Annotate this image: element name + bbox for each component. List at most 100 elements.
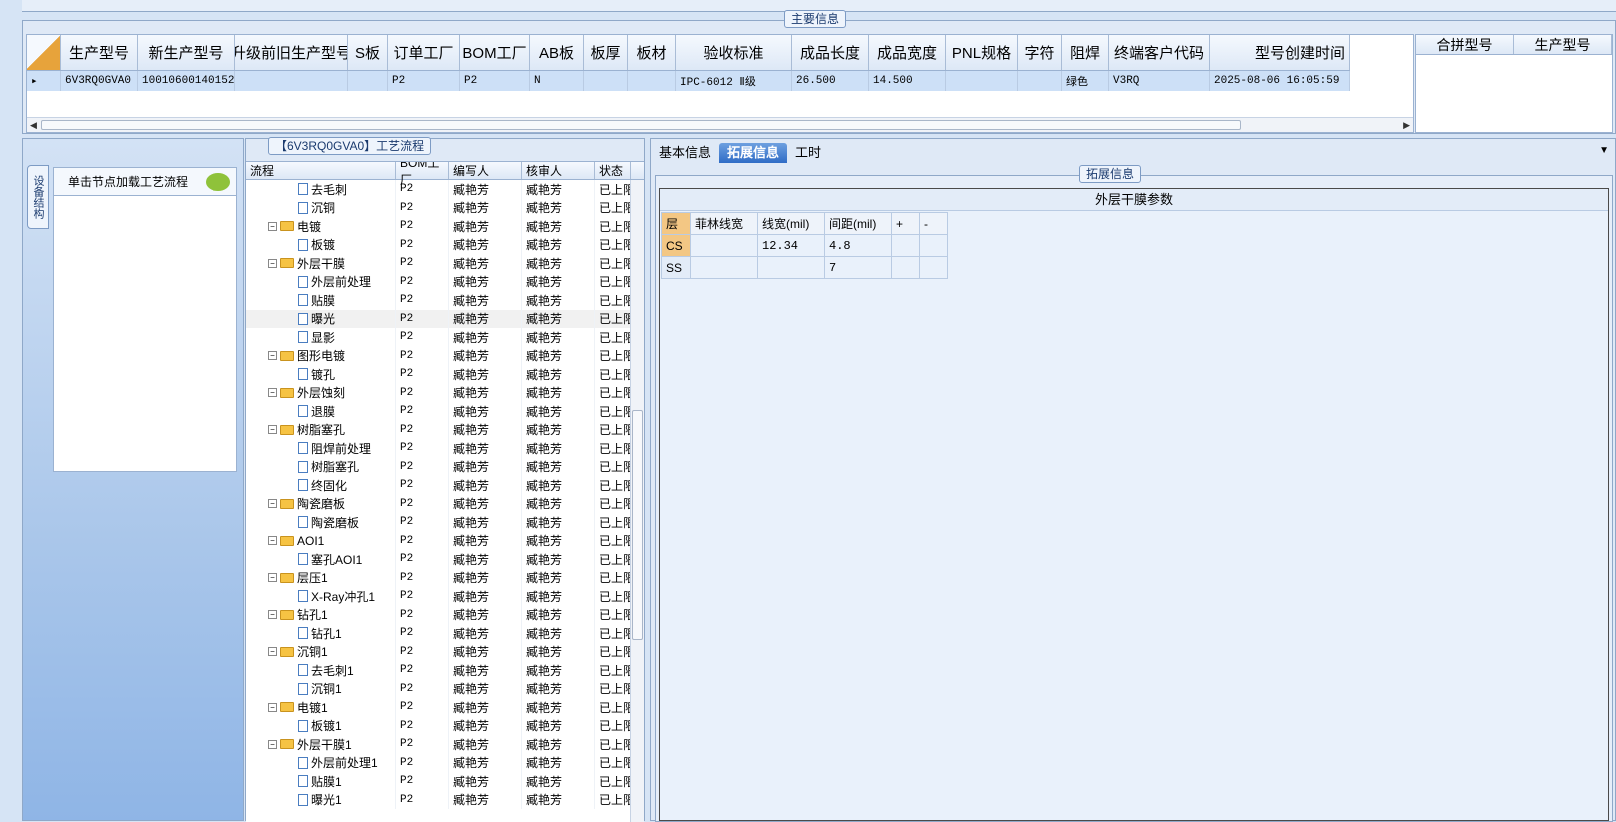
table-cell[interactable]: 绿色	[1062, 71, 1109, 91]
collapse-icon[interactable]: −	[268, 573, 277, 583]
param-cell[interactable]: CS	[661, 234, 691, 257]
tree-node[interactable]: 外层前处理1	[246, 753, 396, 772]
flow-column-header[interactable]: 状态	[595, 162, 631, 179]
tree-row[interactable]: 曝光1P2臧艳芳臧艳芳已上限	[246, 790, 644, 809]
tree-node[interactable]: − 沉铜1	[246, 642, 396, 661]
table-cell[interactable]: IPC-6012 Ⅱ级	[676, 71, 792, 91]
table-cell[interactable]: 26.500	[792, 71, 869, 91]
tree-row[interactable]: 钻孔1P2臧艳芳臧艳芳已上限	[246, 624, 644, 643]
tree-row[interactable]: 树脂塞孔P2臧艳芳臧艳芳已上限	[246, 457, 644, 476]
vertical-scrollbar[interactable]	[630, 180, 644, 822]
param-cell[interactable]: SS	[661, 256, 691, 279]
table-cell[interactable]: V3RQ	[1109, 71, 1210, 91]
table-cell[interactable]	[584, 71, 628, 91]
table-cell[interactable]	[1018, 71, 1062, 91]
param-cell[interactable]	[919, 234, 948, 257]
tree-row[interactable]: −陶瓷磨板P2臧艳芳臧艳芳已上限	[246, 494, 644, 513]
tree-row[interactable]: 板镀P2臧艳芳臧艳芳已上限	[246, 235, 644, 254]
column-header[interactable]: 板厚	[584, 35, 628, 70]
tab-2[interactable]: 工时	[787, 143, 829, 163]
tree-row[interactable]: −图形电镀P2臧艳芳臧艳芳已上限	[246, 346, 644, 365]
column-header[interactable]: 型号创建时间	[1210, 35, 1350, 70]
tree-node[interactable]: 曝光	[246, 309, 396, 328]
tree-node[interactable]: 显影	[246, 328, 396, 347]
scroll-right-icon[interactable]: ▶	[1403, 120, 1410, 131]
tree-row[interactable]: 陶瓷磨板P2臧艳芳臧艳芳已上限	[246, 513, 644, 532]
param-cell[interactable]	[919, 256, 948, 279]
scroll-thumb[interactable]	[632, 410, 643, 640]
table-cell[interactable]: 14.500	[869, 71, 946, 91]
table-cell[interactable]	[348, 71, 388, 91]
tree-node[interactable]: − 树脂塞孔	[246, 420, 396, 439]
param-cell[interactable]: 7	[824, 256, 892, 279]
tree-node[interactable]: 退膜	[246, 402, 396, 421]
tree-node[interactable]: 钻孔1	[246, 624, 396, 643]
chevron-down-icon[interactable]: ▼	[1599, 145, 1609, 156]
column-header[interactable]: 阻焊	[1062, 35, 1109, 70]
tree-node[interactable]: X-Ray冲孔1	[246, 587, 396, 606]
tree-node[interactable]: 板镀	[246, 235, 396, 254]
column-header[interactable]: 成品宽度	[869, 35, 946, 70]
merge-column-header[interactable]: 合拼型号	[1416, 35, 1514, 54]
column-header[interactable]: 字符	[1018, 35, 1062, 70]
tree-node[interactable]: − 层压1	[246, 568, 396, 587]
tree-row[interactable]: 沉铜P2臧艳芳臧艳芳已上限	[246, 198, 644, 217]
column-header[interactable]: 生产型号	[61, 35, 138, 70]
collapse-icon[interactable]: −	[268, 351, 277, 361]
column-header[interactable]: 新生产型号	[138, 35, 235, 70]
table-cell[interactable]: 10010600140152	[138, 71, 235, 91]
horizontal-scrollbar[interactable]: ◀ ▶	[27, 117, 1413, 132]
tree-row[interactable]: 曝光P2臧艳芳臧艳芳已上限	[246, 309, 644, 328]
collapse-icon[interactable]: −	[268, 499, 277, 509]
table-cell[interactable]: P2	[388, 71, 460, 91]
param-cell[interactable]	[891, 256, 920, 279]
tree-row[interactable]: −树脂塞孔P2臧艳芳臧艳芳已上限	[246, 420, 644, 439]
tree-row[interactable]: 塞孔AOI1P2臧艳芳臧艳芳已上限	[246, 550, 644, 569]
param-cell[interactable]	[891, 234, 920, 257]
param-column-header[interactable]: 菲林线宽	[690, 212, 758, 235]
tree-node[interactable]: 板镀1	[246, 716, 396, 735]
tree-node[interactable]: 外层前处理	[246, 272, 396, 291]
param-cell[interactable]	[757, 256, 825, 279]
tree-node[interactable]: − AOI1	[246, 531, 396, 550]
tree-node[interactable]: − 外层干膜1	[246, 735, 396, 754]
tree-row[interactable]: 退膜P2臧艳芳臧艳芳已上限	[246, 402, 644, 421]
tree-node[interactable]: − 陶瓷磨板	[246, 494, 396, 513]
row-selector-icon[interactable]: ▸	[27, 71, 61, 91]
tree-node[interactable]: − 钻孔1	[246, 605, 396, 624]
tree-node[interactable]: − 外层干膜	[246, 254, 396, 273]
param-column-header[interactable]: 线宽(mil)	[757, 212, 825, 235]
tree-row[interactable]: 去毛刺1P2臧艳芳臧艳芳已上限	[246, 661, 644, 680]
table-cell[interactable]	[628, 71, 676, 91]
tree-row[interactable]: 板镀1P2臧艳芳臧艳芳已上限	[246, 716, 644, 735]
collapse-icon[interactable]: −	[268, 647, 277, 657]
collapse-icon[interactable]: −	[268, 258, 277, 268]
tree-node[interactable]: 树脂塞孔	[246, 457, 396, 476]
column-header[interactable]: 订单工厂	[388, 35, 460, 70]
param-cell[interactable]: 4.8	[824, 234, 892, 257]
flow-column-header[interactable]: BOM工厂	[396, 162, 449, 187]
tree-node[interactable]: 去毛刺1	[246, 661, 396, 680]
merge-column-header[interactable]: 生产型号	[1514, 35, 1612, 54]
collapse-icon[interactable]: −	[268, 739, 277, 749]
param-cell[interactable]	[690, 234, 758, 257]
column-header[interactable]: 升级前旧生产型号	[235, 35, 348, 70]
tree-row[interactable]: 镀孔P2臧艳芳臧艳芳已上限	[246, 365, 644, 384]
table-cell[interactable]	[946, 71, 1018, 91]
table-cell[interactable]: P2	[460, 71, 530, 91]
collapse-icon[interactable]: −	[268, 221, 277, 231]
tree-node[interactable]: − 电镀1	[246, 698, 396, 717]
tree-row[interactable]: X-Ray冲孔1P2臧艳芳臧艳芳已上限	[246, 587, 644, 606]
column-header[interactable]: 终端客户代码	[1109, 35, 1210, 70]
collapse-icon[interactable]: −	[268, 536, 277, 546]
tree-node[interactable]: − 图形电镀	[246, 346, 396, 365]
tree-node[interactable]: 沉铜1	[246, 679, 396, 698]
param-cell[interactable]: 12.34	[757, 234, 825, 257]
param-column-header[interactable]: -	[919, 212, 948, 235]
tree-row[interactable]: 阻焊前处理P2臧艳芳臧艳芳已上限	[246, 439, 644, 458]
tree-row[interactable]: −电镀P2臧艳芳臧艳芳已上限	[246, 217, 644, 236]
tree-row[interactable]: 贴膜P2臧艳芳臧艳芳已上限	[246, 291, 644, 310]
tab-1[interactable]: 拓展信息	[719, 143, 788, 163]
table-row[interactable]: ▸ 6V3RQ0GVA0 10010600140152 P2 P2 N IPC-6012 Ⅱ…	[27, 71, 1350, 91]
column-header[interactable]: 验收标准	[676, 35, 792, 70]
